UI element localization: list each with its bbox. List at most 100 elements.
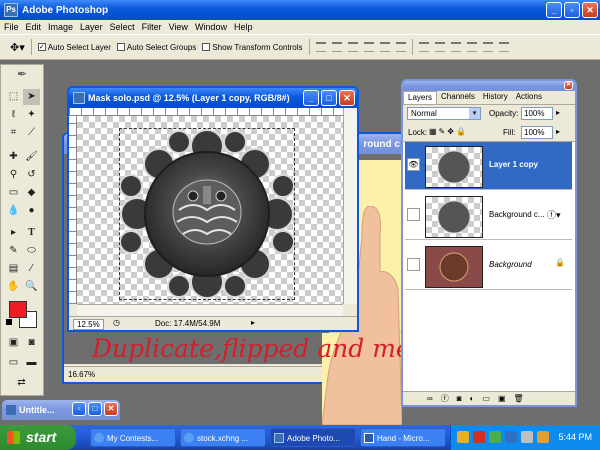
layer-row-layer-1-copy[interactable]: 👁 Layer 1 copy (405, 142, 572, 190)
align-right-icon[interactable] (395, 42, 406, 52)
layer-mask-icon[interactable]: ◙ (457, 392, 462, 405)
tab-channels[interactable]: Channels (437, 91, 479, 104)
main-doc-title-bar[interactable]: Mask solo.psd @ 12.5% (Layer 1 copy, RGB… (69, 88, 357, 108)
blend-mode-select[interactable]: Normal ▾ (407, 107, 481, 120)
menu-image[interactable]: Image (48, 20, 73, 34)
lock-icons[interactable]: ▦✎✥🔒 (429, 127, 468, 136)
restore-button[interactable]: ▫ (564, 2, 580, 18)
align-hcenter-icon[interactable] (379, 42, 390, 52)
magic-wand-icon[interactable]: ✦ (23, 107, 40, 123)
dodge-tool-icon[interactable]: ● (23, 203, 40, 219)
tray-volume-icon[interactable] (521, 431, 533, 443)
move-tool-preset-icon[interactable]: ✥▾ (10, 41, 25, 54)
layer-effects-icon[interactable]: ⓕ▾ (547, 208, 561, 221)
taskbar-item-my-contests[interactable]: My Contests... (90, 428, 176, 447)
notes-tool-icon[interactable]: ▤ (5, 261, 22, 277)
minimized-untitled-window[interactable]: Untitle... ▫ □ ✕ (2, 400, 120, 420)
minimize-button[interactable]: _ (546, 2, 562, 18)
menu-select[interactable]: Select (110, 20, 135, 34)
auto-select-groups-checkbox[interactable] (116, 43, 125, 51)
taskbar-item-adobe-photoshop[interactable]: Adobe Photo... (270, 428, 356, 447)
foreground-color-swatch[interactable] (9, 301, 27, 318)
hand-tool-icon[interactable]: ✋ (5, 279, 22, 295)
link-layers-icon[interactable]: ∞ (427, 392, 433, 405)
tab-layers[interactable]: Layers (403, 91, 438, 104)
shape-tool-icon[interactable]: ⬭ (23, 243, 40, 259)
tray-messenger-icon[interactable] (489, 431, 501, 443)
align-top-icon[interactable] (315, 42, 326, 52)
crop-tool-icon[interactable]: ⌗ (5, 125, 22, 141)
close-button[interactable]: ✕ (582, 2, 598, 18)
doc-minimize-button[interactable]: _ (303, 90, 319, 106)
align-vcenter-icon[interactable] (331, 42, 342, 52)
distribute-vcenter-icon[interactable] (434, 42, 445, 52)
healing-brush-icon[interactable]: ✚ (5, 149, 22, 165)
tab-history[interactable]: History (479, 91, 512, 104)
trash-icon[interactable]: 🗑 (514, 392, 524, 405)
distribute-left-icon[interactable] (466, 42, 477, 52)
menu-filter[interactable]: Filter (142, 20, 162, 34)
new-layer-icon[interactable]: ▣ (498, 392, 506, 405)
distribute-right-icon[interactable] (498, 42, 509, 52)
history-brush-icon[interactable]: ↺ (23, 167, 40, 183)
fill-input[interactable]: 100% (521, 126, 553, 139)
main-doc-zoom[interactable]: 12.5% (73, 319, 104, 330)
align-icons[interactable] (315, 42, 406, 52)
taskbar-item-stock-xchng[interactable]: stock.xchng ... (180, 428, 266, 447)
show-transform-controls-option[interactable]: Show Transform Controls (202, 43, 303, 52)
menu-layer[interactable]: Layer (80, 20, 103, 34)
layer-style-icon[interactable]: ⓕ (441, 392, 449, 405)
untitled-title-bar[interactable]: Untitle... ▫ □ ✕ (2, 400, 120, 420)
brush-tool-icon[interactable]: 🖌 (23, 149, 40, 165)
type-tool-icon[interactable]: T (23, 225, 40, 241)
zoom-tool-icon[interactable]: 🔍 (23, 279, 40, 295)
untitled-maximize-button[interactable]: □ (88, 402, 102, 416)
layer-row-background-copy[interactable]: Background c... ⓕ▾ (405, 192, 572, 240)
screen-mode-full-icon[interactable]: ▬ (23, 355, 40, 371)
tab-actions[interactable]: Actions (512, 91, 546, 104)
menu-view[interactable]: View (169, 20, 188, 34)
palette-close-button[interactable]: ✕ (564, 81, 573, 90)
layer-row-background[interactable]: Background 🔒 (405, 242, 572, 290)
transform-handles[interactable] (119, 128, 295, 300)
fill-arrow-icon[interactable]: ▸ (556, 127, 560, 136)
screen-mode-standard-icon[interactable]: ▭ (5, 355, 22, 371)
tray-network-icon[interactable] (457, 431, 469, 443)
standard-mode-icon[interactable]: ▣ (5, 335, 22, 351)
tray-update-icon[interactable] (537, 431, 549, 443)
paint-bucket-icon[interactable]: ◆ (23, 185, 40, 201)
menu-edit[interactable]: Edit (26, 20, 42, 34)
marquee-tool-icon[interactable]: ⬚ (5, 89, 22, 105)
distribute-bottom-icon[interactable] (450, 42, 461, 52)
adjustment-layer-icon[interactable]: ◐ (470, 392, 475, 405)
distribute-top-icon[interactable] (418, 42, 429, 52)
menu-help[interactable]: Help (234, 20, 253, 34)
distribute-icons[interactable] (418, 42, 509, 52)
auto-select-layer-option[interactable]: ✓ Auto Select Layer (37, 43, 111, 52)
auto-select-groups-option[interactable]: Auto Select Groups (116, 43, 196, 52)
opacity-arrow-icon[interactable]: ▸ (556, 108, 560, 117)
slice-tool-icon[interactable]: ⟋ (23, 125, 40, 141)
jump-to-imageready-icon[interactable]: ⇄ (13, 375, 30, 391)
eye-hidden-icon[interactable] (407, 208, 420, 221)
tray-app-icon[interactable] (505, 431, 517, 443)
tray-av-icon[interactable] (473, 431, 485, 443)
distribute-hcenter-icon[interactable] (482, 42, 493, 52)
eye-hidden-icon[interactable] (407, 258, 420, 271)
start-button[interactable]: start (0, 425, 76, 450)
quick-mask-icon[interactable]: ◙ (23, 335, 40, 351)
clone-stamp-icon[interactable]: ⚲ (5, 167, 22, 183)
menu-window[interactable]: Window (195, 20, 227, 34)
doc-info-arrow-icon[interactable]: ▸ (251, 318, 255, 327)
align-left-icon[interactable] (363, 42, 374, 52)
eye-icon[interactable]: 👁 (407, 158, 420, 171)
doc-close-button[interactable]: ✕ (339, 90, 355, 106)
eyedropper-icon[interactable]: ⁄ (23, 261, 40, 277)
horizontal-scrollbar[interactable] (77, 304, 343, 316)
lasso-tool-icon[interactable]: ℓ (5, 107, 22, 123)
align-bottom-icon[interactable] (347, 42, 358, 52)
doc-maximize-button[interactable]: □ (321, 90, 337, 106)
untitled-restore-button[interactable]: ▫ (72, 402, 86, 416)
opacity-input[interactable]: 100% (521, 107, 553, 120)
new-group-icon[interactable]: ▭ (482, 392, 490, 405)
